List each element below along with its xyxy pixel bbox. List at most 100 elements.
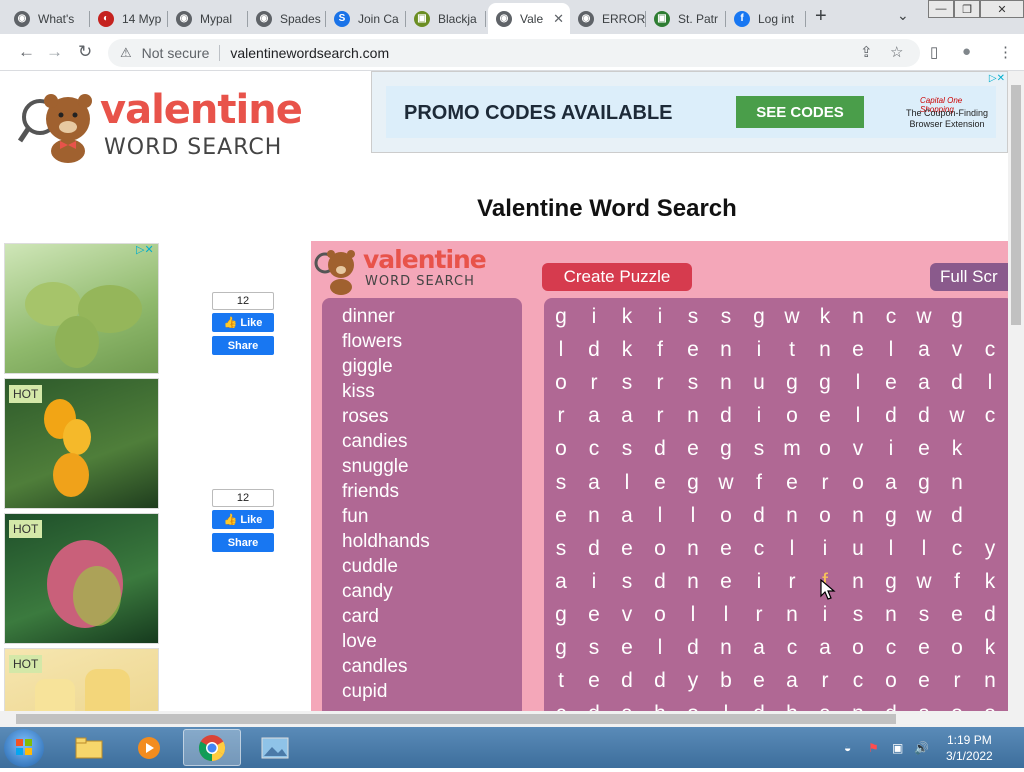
grid-cell[interactable]: i xyxy=(578,565,611,598)
back-icon[interactable]: ← xyxy=(18,42,35,62)
grid-cell[interactable]: s xyxy=(611,565,644,598)
grid-cell[interactable]: a xyxy=(908,366,941,399)
grid-cell[interactable]: l xyxy=(545,333,578,366)
grid-cell[interactable]: d xyxy=(743,499,776,532)
tab-9[interactable]: ▣ St. Patr xyxy=(646,3,726,34)
grid-cell[interactable]: m xyxy=(776,432,809,465)
grid-cell[interactable]: l xyxy=(677,598,710,631)
grid-cell[interactable]: u xyxy=(842,532,875,565)
grid-cell[interactable]: f xyxy=(644,333,677,366)
grid-cell[interactable]: g xyxy=(908,466,941,499)
grid-cell[interactable]: i xyxy=(743,399,776,432)
grid-cell[interactable]: r xyxy=(809,466,842,499)
vertical-scrollbar[interactable] xyxy=(1008,71,1024,711)
close-window-button[interactable]: ✕ xyxy=(980,0,1024,18)
grid-cell[interactable]: y xyxy=(677,664,710,697)
grid-cell[interactable]: l xyxy=(611,466,644,499)
grid-cell[interactable]: g xyxy=(545,300,578,333)
see-codes-button[interactable]: SEE CODES xyxy=(736,96,864,128)
grid-cell[interactable]: n xyxy=(677,399,710,432)
display-icon[interactable]: ▣ xyxy=(892,741,903,755)
grid-cell[interactable]: d xyxy=(578,697,611,711)
grid-cell[interactable]: s xyxy=(710,300,743,333)
grid-cell[interactable]: c xyxy=(974,333,1007,366)
chrome-taskbar-button[interactable] xyxy=(183,729,241,766)
grid-cell[interactable]: n xyxy=(941,466,974,499)
grid-cell[interactable]: o xyxy=(545,366,578,399)
url-text[interactable]: valentinewordsearch.com xyxy=(230,45,389,61)
grid-cell[interactable]: u xyxy=(743,366,776,399)
grid-cell[interactable]: c xyxy=(776,631,809,664)
scroll-thumb[interactable] xyxy=(1011,85,1021,325)
forward-icon[interactable]: → xyxy=(46,42,63,62)
grid-cell[interactable]: i xyxy=(743,565,776,598)
grid-cell[interactable]: g xyxy=(875,565,908,598)
grid-cell[interactable]: c xyxy=(545,697,578,711)
grid-cell[interactable]: a xyxy=(611,499,644,532)
grid-cell[interactable]: w xyxy=(908,565,941,598)
grid-cell[interactable]: i xyxy=(578,300,611,333)
grid-cell[interactable]: e xyxy=(809,399,842,432)
grid-cell[interactable]: v xyxy=(941,333,974,366)
grid-cell[interactable]: r xyxy=(743,598,776,631)
grid-cell[interactable]: d xyxy=(908,399,941,432)
minimize-button[interactable]: — xyxy=(928,0,954,18)
grid-cell[interactable]: e xyxy=(908,631,941,664)
grid-cell[interactable]: e xyxy=(578,664,611,697)
grid-cell[interactable]: e xyxy=(611,631,644,664)
grid-cell[interactable]: o xyxy=(644,598,677,631)
grid-cell[interactable]: h xyxy=(776,697,809,711)
grid-cell[interactable]: e xyxy=(677,432,710,465)
grid-cell[interactable]: n xyxy=(677,565,710,598)
grid-cell[interactable]: r xyxy=(809,664,842,697)
grid-cell[interactable]: k xyxy=(809,300,842,333)
grid-cell[interactable]: d xyxy=(644,664,677,697)
tab-8[interactable]: ◉ ERROR xyxy=(570,3,646,34)
grid-cell[interactable]: o xyxy=(809,499,842,532)
ad-image-green-mango[interactable] xyxy=(4,243,159,374)
tab-3[interactable]: ◉ Mypal xyxy=(168,3,248,34)
grid-cell[interactable]: a xyxy=(809,631,842,664)
grid-cell[interactable]: o xyxy=(677,697,710,711)
grid-cell[interactable]: e xyxy=(644,466,677,499)
grid-cell[interactable]: g xyxy=(545,631,578,664)
ad-image-mango-slices[interactable]: HOT xyxy=(4,648,159,711)
grid-cell[interactable]: o xyxy=(545,432,578,465)
grid-cell[interactable]: l xyxy=(974,366,1007,399)
grid-cell[interactable]: o xyxy=(941,631,974,664)
grid-cell[interactable]: v xyxy=(842,432,875,465)
grid-cell[interactable]: r xyxy=(644,399,677,432)
grid-cell[interactable]: v xyxy=(611,598,644,631)
grid-cell[interactable]: i xyxy=(809,598,842,631)
ad-image-red-mango[interactable]: HOT xyxy=(4,513,159,644)
grid-cell[interactable]: g xyxy=(776,366,809,399)
grid-cell[interactable]: n xyxy=(809,333,842,366)
grid-cell[interactable]: r xyxy=(578,366,611,399)
grid-cell[interactable]: c xyxy=(743,532,776,565)
grid-cell[interactable]: f xyxy=(941,565,974,598)
system-clock[interactable]: 1:19 PM 3/1/2022 xyxy=(946,732,993,764)
action-center-icon[interactable]: ⚑ xyxy=(868,741,879,755)
grid-cell[interactable]: d xyxy=(743,697,776,711)
grid-cell[interactable]: c xyxy=(974,399,1007,432)
grid-cell[interactable]: i xyxy=(875,432,908,465)
tab-10[interactable]: f Log int xyxy=(726,3,806,34)
grid-cell[interactable]: o xyxy=(644,532,677,565)
grid-cell[interactable]: e xyxy=(842,333,875,366)
grid-cell[interactable]: a xyxy=(875,466,908,499)
grid-cell[interactable]: n xyxy=(842,697,875,711)
tab-6[interactable]: ▣ Blackja xyxy=(406,3,486,34)
grid-cell[interactable]: g xyxy=(710,432,743,465)
horizontal-scrollbar[interactable] xyxy=(0,711,1024,727)
grid-cell[interactable]: d xyxy=(875,697,908,711)
grid-cell[interactable]: e xyxy=(908,432,941,465)
grid-cell[interactable]: o xyxy=(809,432,842,465)
grid-cell[interactable]: g xyxy=(545,598,578,631)
grid-cell[interactable]: n xyxy=(710,333,743,366)
grid-cell[interactable]: c xyxy=(842,664,875,697)
grid-cell[interactable]: r xyxy=(545,399,578,432)
grid-cell[interactable]: w xyxy=(941,399,974,432)
reload-icon[interactable]: ↻ xyxy=(78,42,92,62)
warning-icon[interactable]: ⚠ xyxy=(120,45,132,61)
grid-cell[interactable]: w xyxy=(908,300,941,333)
